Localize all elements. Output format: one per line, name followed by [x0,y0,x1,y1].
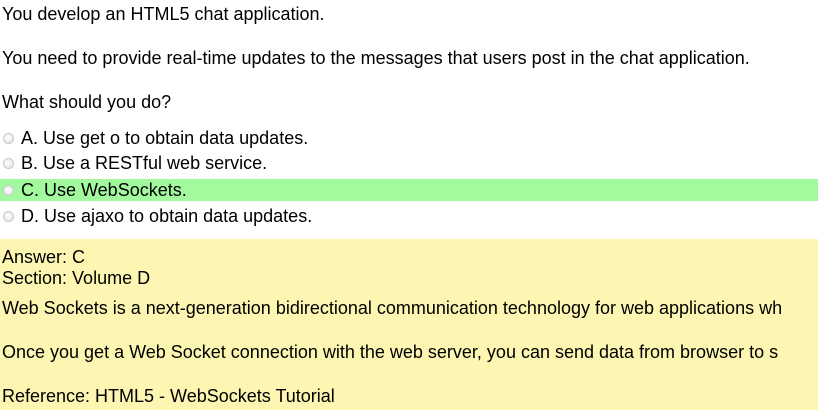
answer-panel: Answer: C Section: Volume D Web Sockets … [0,239,818,410]
option-b-label: Use a RESTful web service. [43,153,268,173]
option-b-letter: B. [21,153,39,173]
radio-option-c[interactable] [3,184,14,196]
explanation-paragraph-1: Web Sockets is a next-generation bidirec… [2,298,783,318]
option-a[interactable]: A. Use get o to obtain data updates. [0,127,818,149]
option-c[interactable]: C. Use WebSockets. [0,179,818,201]
option-a-label: Use get o to obtain data updates. [43,128,309,148]
radio-option-d[interactable] [3,210,14,222]
question-prompt: What should you do? [2,92,172,112]
explanation-paragraph-2: Once you get a Web Socket connection wit… [2,342,779,362]
section-line: Section: Volume D [2,268,151,288]
option-b[interactable]: B. Use a RESTful web service. [0,152,818,174]
option-d[interactable]: D. Use ajaxo to obtain data updates. [0,205,818,227]
option-d-letter: D. [21,206,39,226]
radio-option-a[interactable] [3,132,14,144]
option-a-letter: A. [21,128,39,148]
option-c-letter: C. [21,180,39,200]
answer-line: Answer: C [2,247,86,267]
option-d-label: Use ajaxo to obtain data updates. [44,206,313,226]
radio-option-b[interactable] [3,157,14,169]
question-intro: You develop an HTML5 chat application. [2,4,325,24]
option-c-label: Use WebSockets. [44,180,187,200]
reference-line: Reference: HTML5 - WebSockets Tutorial [2,386,335,406]
question-requirement: You need to provide real-time updates to… [2,48,750,68]
